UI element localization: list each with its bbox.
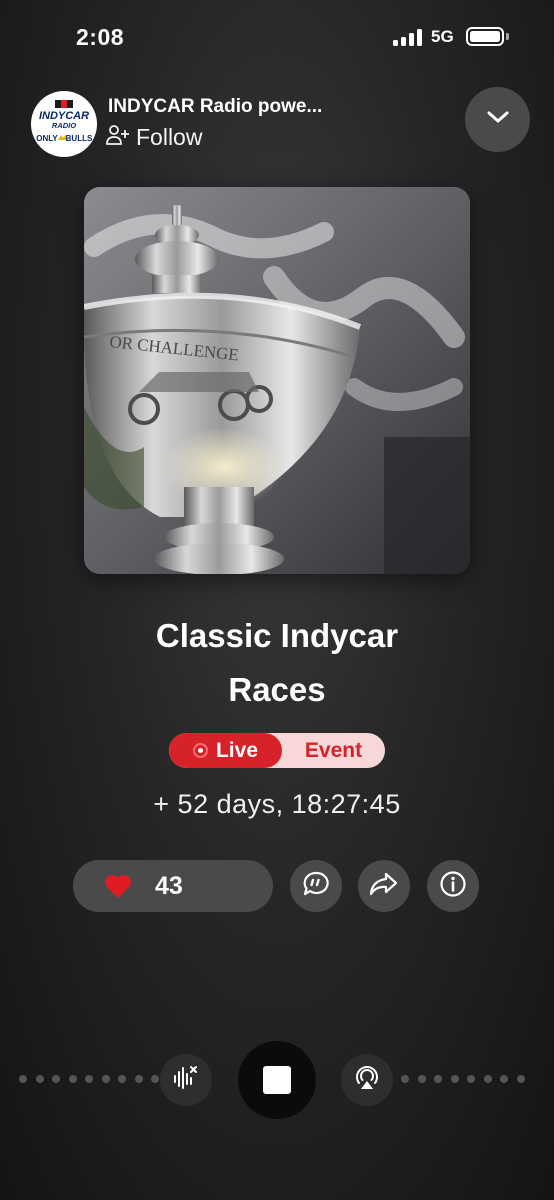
stop-button[interactable]: [238, 1041, 316, 1119]
airplay-button[interactable]: [341, 1054, 393, 1106]
now-playing-screen: 2:08 5G INDYCAR RADIO ONLY BULLS INDYCAR…: [0, 0, 554, 1200]
heart-icon: [104, 874, 132, 904]
scrub-dots-left: [19, 1075, 159, 1083]
follow-button[interactable]: Follow: [106, 122, 202, 152]
status-bar: 2:08 5G: [0, 0, 554, 74]
network-type: 5G: [431, 27, 454, 46]
airplay-icon: [352, 1063, 382, 1098]
comment-icon: [302, 870, 330, 903]
share-icon: [369, 871, 399, 902]
info-button[interactable]: [427, 860, 479, 912]
status-time: 2:08: [76, 24, 125, 50]
scrub-dots-right: [401, 1075, 525, 1083]
comment-button[interactable]: [290, 860, 342, 912]
like-count: 43: [155, 872, 183, 900]
chevron-down-icon: [486, 110, 510, 129]
episode-title-line1: Classic Indycar: [155, 617, 399, 654]
collapse-player-button[interactable]: [465, 87, 530, 152]
station-logo[interactable]: INDYCAR RADIO ONLY BULLS: [31, 91, 97, 157]
episode-title: Classic Indycar Races: [40, 609, 514, 717]
stop-icon: [263, 1066, 291, 1094]
battery-icon: [466, 27, 504, 46]
episode-artwork: OR CHALLENGE: [84, 187, 470, 574]
svg-text:BULLS: BULLS: [66, 134, 93, 143]
mute-sound-button[interactable]: [160, 1054, 212, 1106]
station-name[interactable]: INDYCAR Radio powe...: [108, 96, 322, 118]
live-indicator-icon: [192, 743, 208, 758]
event-label: Event: [304, 739, 363, 762]
live-event-badge: Live Event: [169, 733, 385, 768]
info-icon: [439, 870, 467, 903]
elapsed-time: + 52 days, 18:27:45: [153, 789, 401, 819]
share-button[interactable]: [358, 860, 410, 912]
episode-title-line2: Races: [228, 671, 326, 708]
like-button[interactable]: 43: [73, 860, 273, 912]
live-badge: Live: [169, 733, 282, 768]
svg-text:ONLY: ONLY: [36, 134, 58, 143]
mute-sound-icon: [172, 1064, 200, 1097]
follow-label: Follow: [136, 123, 203, 150]
cellular-signal-icon: [393, 29, 423, 46]
add-person-icon: [106, 124, 130, 151]
live-label: Live: [215, 738, 259, 762]
svg-text:RADIO: RADIO: [52, 121, 76, 130]
